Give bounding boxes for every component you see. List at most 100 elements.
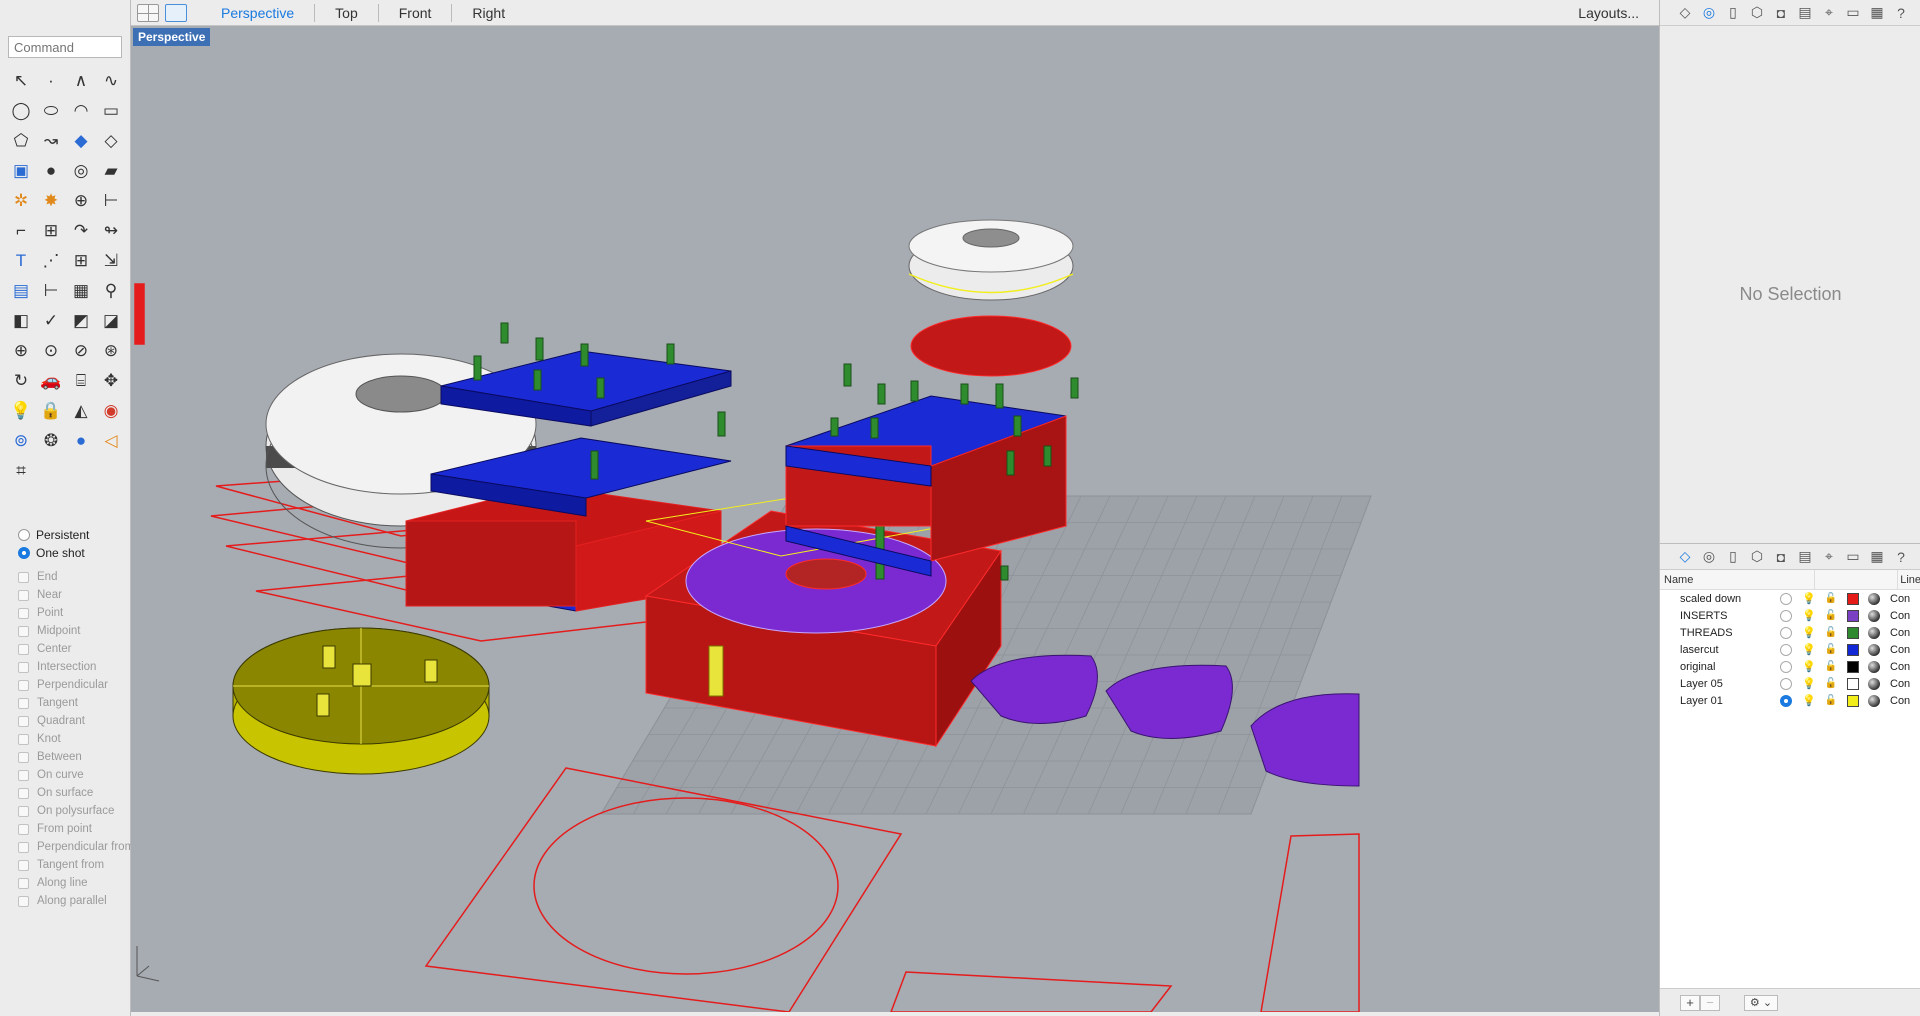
material-icon[interactable]	[1868, 694, 1880, 707]
layer-name[interactable]: lasercut	[1660, 644, 1780, 656]
render-icon[interactable]: ◭	[66, 396, 96, 426]
shaded-sphere-icon[interactable]: ❂	[36, 426, 66, 456]
osnap-item[interactable]: Intersection	[18, 658, 131, 676]
help-icon[interactable]: ?	[1892, 4, 1910, 22]
osnap-mode-persistent[interactable]: Persistent	[18, 526, 131, 544]
layer-color-swatch[interactable]	[1847, 677, 1859, 690]
layer-options-gear-icon[interactable]: ⚙ ⌄	[1744, 994, 1778, 1011]
wireframe-sphere-icon[interactable]: ⊚	[6, 426, 36, 456]
layer-name[interactable]: Layer 01	[1660, 695, 1780, 707]
surface-icon[interactable]: ◆	[66, 126, 96, 156]
osnap-item[interactable]: Tangent from	[18, 856, 131, 874]
osnap-item[interactable]: Quadrant	[18, 712, 131, 730]
color-wheel-icon[interactable]: ◉	[96, 396, 126, 426]
checkbox[interactable]	[18, 769, 29, 781]
checkbox[interactable]	[18, 841, 29, 853]
zoom-extents-icon[interactable]: ⊘	[66, 336, 96, 366]
curve-blend-icon[interactable]: ↬	[96, 216, 126, 246]
monitor-icon[interactable]: ▦	[1868, 548, 1886, 566]
layer-row[interactable]: original 💡 🔓 Con	[1660, 658, 1920, 675]
surface-edit-icon[interactable]: ◇	[96, 126, 126, 156]
unlock-icon[interactable]: 🔓	[1824, 610, 1838, 621]
unlock-icon[interactable]: 🔓	[1824, 678, 1838, 689]
layer-color-swatch[interactable]	[1847, 592, 1859, 605]
lightbulb-icon[interactable]: 💡	[1802, 592, 1816, 605]
layers-icon[interactable]: ◇	[1676, 4, 1694, 22]
properties-icon[interactable]: ◎	[1700, 548, 1718, 566]
zoom-window-icon[interactable]: ⊙	[36, 336, 66, 366]
layer-name[interactable]: original	[1660, 661, 1780, 673]
material-icon[interactable]	[1868, 626, 1880, 639]
trim-icon[interactable]: ⊢	[96, 186, 126, 216]
material-icon[interactable]	[1868, 660, 1880, 673]
current-layer-radio[interactable]	[1780, 694, 1792, 707]
material-icon[interactable]	[1868, 592, 1880, 605]
dimension-icon[interactable]: ⊢	[36, 276, 66, 306]
material-icon[interactable]	[1868, 643, 1880, 656]
osnap-item[interactable]: On polysurface	[18, 802, 131, 820]
layer-row[interactable]: THREADS 💡 🔓 Con	[1660, 624, 1920, 641]
column-linetype[interactable]: Line	[1897, 570, 1920, 589]
viewport-label[interactable]: Perspective	[133, 28, 211, 46]
lightbulb-icon[interactable]: 💡	[1802, 694, 1816, 707]
light-icon[interactable]: 💡	[6, 396, 36, 426]
arc-blend-icon[interactable]: ↷	[66, 216, 96, 246]
layer-name[interactable]: Layer 05	[1660, 678, 1780, 690]
current-layer-radio[interactable]	[1780, 609, 1792, 622]
select-arrow-icon[interactable]: ↖	[6, 66, 36, 96]
osnap-item[interactable]: Tangent	[18, 694, 131, 712]
polygon-icon[interactable]: ⬠	[6, 126, 36, 156]
tab-right[interactable]: Right	[452, 4, 525, 22]
fillet-icon[interactable]: ⌐	[6, 216, 36, 246]
magnify-icon[interactable]: ⊛	[96, 336, 126, 366]
ellipse-icon[interactable]: ⬭	[36, 96, 66, 126]
lock-icon[interactable]: 🔒	[36, 396, 66, 426]
checkbox[interactable]	[18, 571, 29, 583]
document-icon[interactable]: ▯	[1724, 548, 1742, 566]
rotate-view-icon[interactable]: ↻	[6, 366, 36, 396]
sphere-icon[interactable]: ●	[36, 156, 66, 186]
osnap-item[interactable]: Perpendicular from	[18, 838, 134, 856]
freeform-icon[interactable]: ↝	[36, 126, 66, 156]
checkbox[interactable]	[18, 625, 29, 637]
layer-name[interactable]: scaled down	[1660, 593, 1780, 605]
boolean-icon[interactable]: ⊕	[66, 186, 96, 216]
unlock-icon[interactable]: 🔓	[1824, 627, 1838, 638]
column-name[interactable]: Name	[1660, 570, 1816, 589]
blue-sphere-icon[interactable]: ●	[66, 426, 96, 456]
current-layer-radio[interactable]	[1780, 677, 1792, 690]
layer-row[interactable]: lasercut 💡 🔓 Con	[1660, 641, 1920, 658]
checkbox[interactable]	[18, 751, 29, 763]
layer-linetype[interactable]: Con	[1890, 610, 1910, 622]
layer-linetype[interactable]: Con	[1890, 644, 1910, 656]
checkbox[interactable]	[18, 805, 29, 817]
camera-icon[interactable]: ⌸	[66, 366, 96, 396]
osnap-item[interactable]: Point	[18, 604, 131, 622]
current-layer-radio[interactable]	[1780, 643, 1792, 656]
layer-linetype[interactable]: Con	[1890, 593, 1910, 605]
single-view-layout-icon[interactable]	[165, 3, 187, 22]
rectangle-icon[interactable]: ▭	[96, 96, 126, 126]
properties-icon[interactable]: ◎	[1700, 4, 1718, 22]
view-icon[interactable]: ⌖	[1820, 4, 1838, 22]
material-icon[interactable]	[1868, 609, 1880, 622]
cylinder-icon[interactable]: ◎	[66, 156, 96, 186]
lightbulb-icon[interactable]: 💡	[1802, 643, 1816, 656]
current-layer-radio[interactable]	[1780, 660, 1792, 673]
layer-color-swatch[interactable]	[1847, 694, 1859, 707]
box-edit-icon[interactable]: ▤	[6, 276, 36, 306]
radio-button[interactable]	[18, 547, 30, 559]
perspective-viewport[interactable]: Perspective	[131, 26, 1659, 1012]
curve-icon[interactable]: ∿	[96, 66, 126, 96]
text-icon[interactable]: T	[6, 246, 36, 276]
layer-color-swatch[interactable]	[1847, 626, 1859, 639]
checkbox[interactable]	[18, 661, 29, 673]
osnap-item[interactable]: End	[18, 568, 131, 586]
osnap-item[interactable]: Knot	[18, 730, 131, 748]
lightbulb-icon[interactable]: 💡	[1802, 677, 1816, 690]
camera-icon[interactable]: ◘	[1772, 548, 1790, 566]
help-icon[interactable]: ?	[1892, 548, 1910, 566]
unlock-icon[interactable]: 🔓	[1824, 593, 1838, 604]
tab-perspective[interactable]: Perspective	[201, 3, 316, 22]
osnap-item[interactable]: On curve	[18, 766, 131, 784]
